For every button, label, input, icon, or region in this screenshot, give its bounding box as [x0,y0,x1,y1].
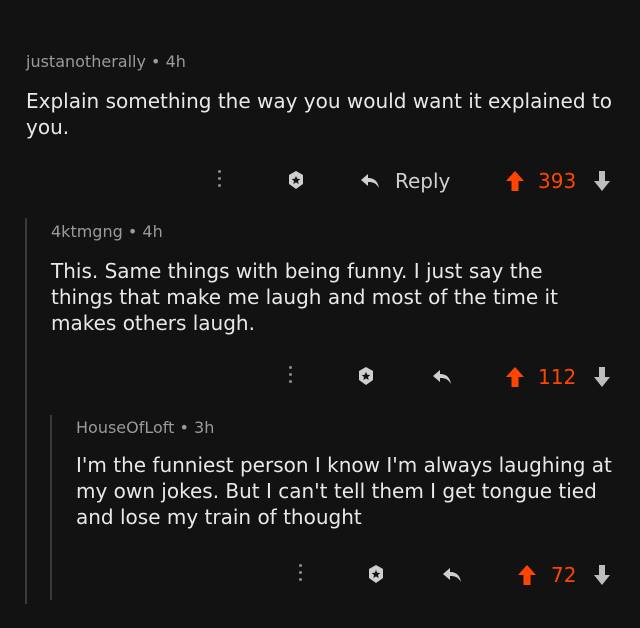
vote-score: 393 [538,169,577,193]
author-name[interactable]: justanotherally [26,52,146,71]
reply-arrow-icon[interactable] [440,564,464,586]
more-dots-icon[interactable] [289,366,293,387]
downvote-arrow-icon[interactable] [592,563,612,587]
comment-meta: 4ktmgng • 4h [51,222,163,241]
comment-time: 4h [165,52,186,71]
vote-score: 72 [551,563,577,587]
comment-actions: Reply 393 [0,166,640,196]
comment-time: 4h [142,222,163,241]
meta-separator: • [127,222,143,241]
vote-score: 112 [538,365,577,389]
award-icon[interactable] [364,562,388,586]
upvote-arrow-icon[interactable] [516,563,538,587]
award-icon[interactable] [354,364,378,388]
more-dots-icon[interactable] [299,564,303,585]
thread-line[interactable] [25,218,27,604]
comment-time: 3h [194,418,215,437]
reply-arrow-icon[interactable] [430,366,454,388]
reply-arrow-icon[interactable] [358,170,382,192]
reply-button[interactable]: Reply [395,169,450,193]
author-name[interactable]: 4ktmgng [51,222,123,241]
meta-separator: • [179,418,195,437]
comment-meta: HouseOfLoft • 3h [76,418,214,437]
comment-body: Explain something the way you would want… [26,89,612,139]
award-icon[interactable] [284,168,308,192]
author-name[interactable]: HouseOfLoft [76,418,174,437]
more-dots-icon[interactable] [218,170,222,191]
downvote-arrow-icon[interactable] [592,365,612,389]
comment-actions: 72 [0,560,640,590]
comment-body: This. Same things with being funny. I ju… [51,259,558,335]
comment-body: I'm the funniest person I know I'm alway… [76,453,612,529]
upvote-arrow-icon[interactable] [504,365,526,389]
comment-meta: justanotherally • 4h [26,52,186,71]
comment-actions: 112 [0,362,640,392]
meta-separator: • [151,52,166,71]
downvote-arrow-icon[interactable] [592,169,612,193]
upvote-arrow-icon[interactable] [504,169,526,193]
